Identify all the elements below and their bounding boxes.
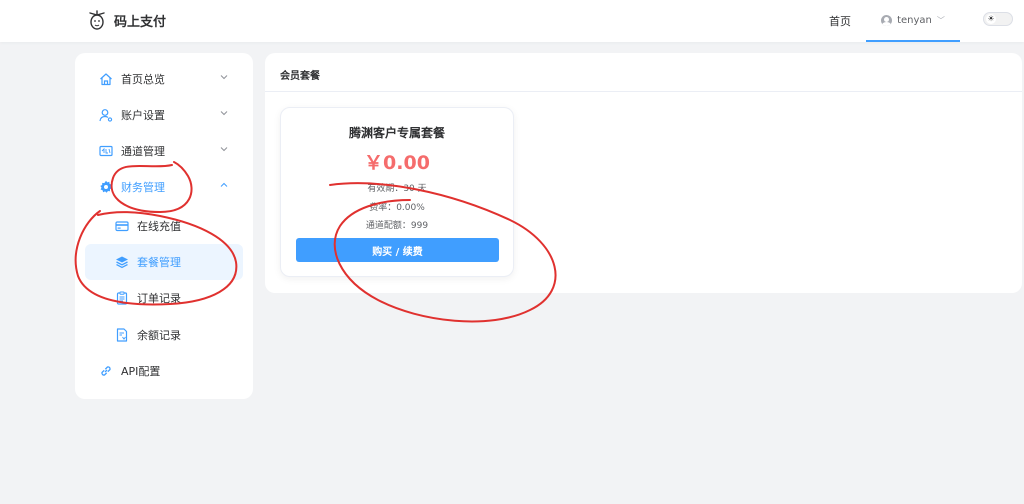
avatar bbox=[881, 14, 893, 26]
plan-card: 腾渊客户专属套餐 ￥0.00 有效期：30 天 费率：0.00% 通道配额：99… bbox=[280, 107, 514, 277]
clipboard-icon bbox=[116, 291, 128, 305]
sidebar-item-finance[interactable]: 财务管理 bbox=[85, 169, 243, 205]
logo-icon bbox=[89, 10, 105, 30]
user-menu[interactable]: tenyan ﹀ bbox=[866, 0, 960, 42]
sidebar-item-label: 账户设置 bbox=[121, 109, 165, 122]
layers-icon bbox=[116, 256, 128, 269]
plan-name: 腾渊客户专属套餐 bbox=[348, 126, 445, 140]
plan-rate: 费率：0.00% bbox=[369, 203, 425, 213]
sidebar-item-recharge[interactable]: 在线充值 bbox=[85, 208, 243, 244]
title-divider bbox=[265, 91, 1022, 92]
sidebar-item-account[interactable]: 账户设置 bbox=[85, 97, 243, 133]
sidebar-item-balance[interactable]: 余额记录 bbox=[85, 317, 243, 353]
plan-price: ￥0.00 bbox=[364, 152, 430, 174]
chevron-up-icon bbox=[220, 182, 228, 187]
top-header: 码上支付 首页 tenyan ﹀ ☀ bbox=[0, 0, 1024, 42]
nav-home-link[interactable]: 首页 bbox=[829, 13, 851, 29]
sidebar: 首页总览 账户设置 通道管理 财务管理 在线充值 套餐管理 订单记录 余额记录 … bbox=[75, 53, 253, 399]
channel-icon bbox=[99, 145, 113, 157]
main-panel: 会员套餐 腾渊客户专属套餐 ￥0.00 有效期：30 天 费率：0.00% 通道… bbox=[265, 53, 1022, 293]
brand-name: 码上支付 bbox=[114, 14, 167, 30]
sidebar-item-label: 通道管理 bbox=[121, 145, 165, 158]
sidebar-item-channels[interactable]: 通道管理 bbox=[85, 133, 243, 169]
chevron-down-icon bbox=[220, 147, 228, 152]
page-title: 会员套餐 bbox=[280, 71, 320, 82]
document-icon bbox=[116, 328, 128, 342]
sidebar-item-label: 订单记录 bbox=[137, 292, 181, 305]
home-icon bbox=[100, 73, 112, 86]
sidebar-item-label: 财务管理 bbox=[121, 181, 165, 194]
buy-renew-button[interactable]: 购买 / 续费 bbox=[296, 238, 499, 262]
credit-card-icon bbox=[115, 221, 129, 232]
chevron-down-icon bbox=[220, 111, 228, 116]
plan-validity: 有效期：30 天 bbox=[367, 184, 427, 194]
sidebar-item-label: 在线充值 bbox=[137, 220, 181, 233]
sun-icon: ☀ bbox=[986, 14, 996, 24]
gear-icon bbox=[100, 180, 112, 193]
sidebar-item-api[interactable]: API配置 bbox=[85, 353, 243, 389]
sidebar-item-plans[interactable]: 套餐管理 bbox=[85, 244, 243, 280]
plan-quota: 通道配额：999 bbox=[365, 221, 429, 231]
sidebar-item-label: API配置 bbox=[121, 365, 161, 378]
sidebar-item-label: 余额记录 bbox=[137, 329, 181, 342]
sidebar-item-label: 首页总览 bbox=[121, 73, 165, 86]
theme-toggle[interactable]: ☀ bbox=[983, 12, 1013, 26]
brand-logo[interactable]: 码上支付 bbox=[86, 9, 166, 31]
sidebar-item-orders[interactable]: 订单记录 bbox=[85, 280, 243, 316]
chevron-down-icon: ﹀ bbox=[936, 15, 945, 25]
sidebar-item-dashboard[interactable]: 首页总览 bbox=[85, 61, 243, 97]
user-name: tenyan bbox=[897, 14, 932, 26]
chevron-down-icon bbox=[220, 75, 228, 80]
user-settings-icon bbox=[99, 109, 113, 122]
sidebar-item-label: 套餐管理 bbox=[137, 256, 181, 269]
link-icon bbox=[101, 366, 111, 376]
